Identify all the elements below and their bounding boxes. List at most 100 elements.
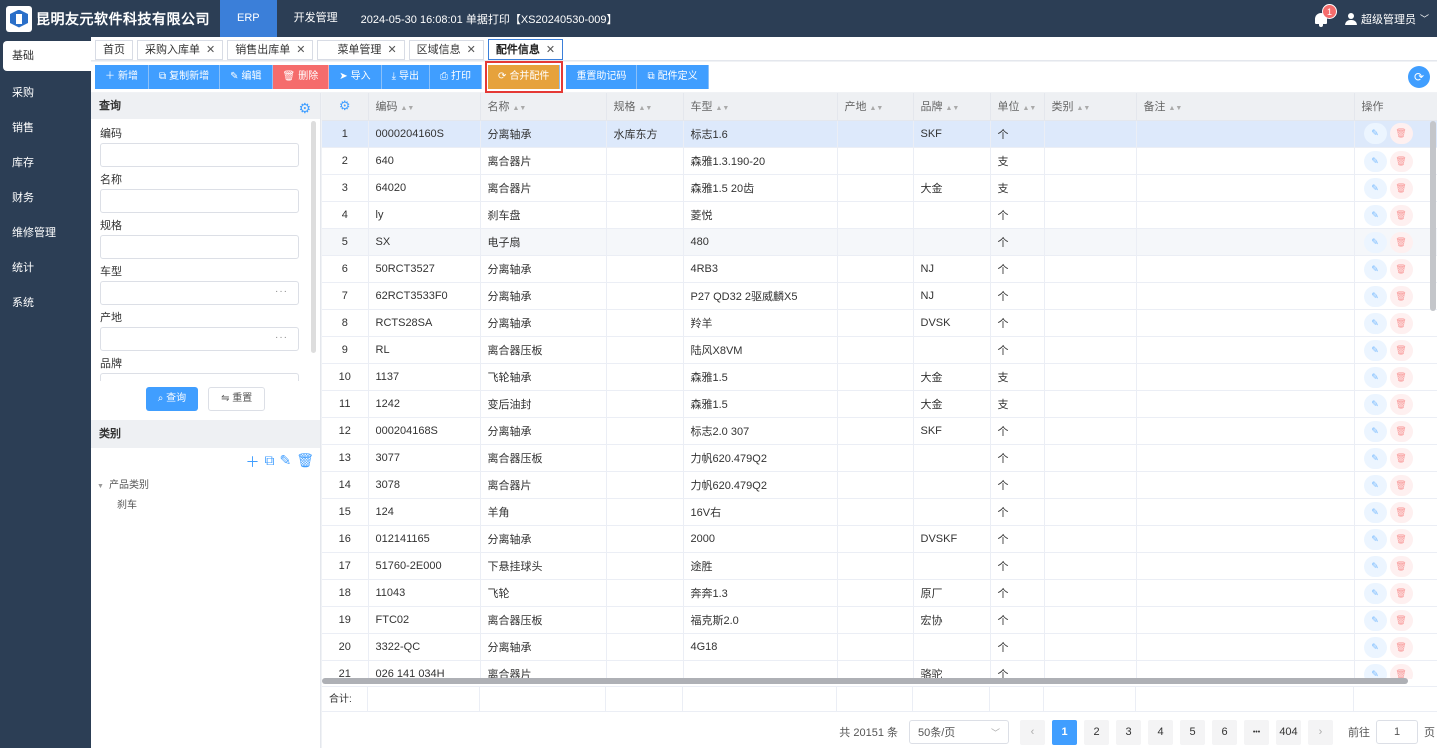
- edit-icon[interactable]: ✎: [1363, 177, 1387, 199]
- table-row[interactable]: 3 64020 离合器片 森雅1.5 20齿 大金支 ✎ 🗑: [322, 174, 1437, 202]
- table-row[interactable]: 9 RL 离合器压板 陆风X8VM 个 ✎ 🗑: [322, 336, 1437, 364]
- user-menu[interactable]: 超级管理员 ﹀: [1344, 11, 1429, 27]
- trash-icon[interactable]: 🗑: [1389, 447, 1413, 469]
- page-2[interactable]: 2: [1084, 719, 1109, 745]
- export-button[interactable]: ⤓ 导出: [381, 65, 431, 89]
- edit-icon[interactable]: ✎: [1363, 501, 1387, 523]
- edit-icon[interactable]: ✎: [1363, 231, 1387, 253]
- goto-page-input[interactable]: 1: [1376, 720, 1418, 744]
- table-row[interactable]: 5 SX 电子扇 480 个 ✎ 🗑: [322, 228, 1437, 256]
- sort-icon[interactable]: ▲▼: [513, 105, 527, 112]
- edit-icon[interactable]: ✎: [1363, 123, 1387, 145]
- sidebar-item-repair[interactable]: 维修管理: [0, 216, 91, 251]
- model-input[interactable]: ···: [100, 281, 299, 305]
- trash-icon[interactable]: 🗑: [1389, 420, 1413, 442]
- prev-page-button[interactable]: ‹: [1020, 719, 1045, 745]
- column-header-spec[interactable]: 规格 ▲▼: [606, 93, 684, 121]
- edit-icon[interactable]: ✎: [1363, 150, 1387, 172]
- edit-button[interactable]: ✎ 编辑: [220, 65, 273, 89]
- sidebar-item-basic[interactable]: 基础: [3, 41, 91, 71]
- tab-home[interactable]: 首页: [95, 40, 133, 60]
- column-header-category[interactable]: 类别 ▲▼: [1044, 93, 1137, 121]
- page-size-select[interactable]: 50条/页 ﹀: [909, 720, 1009, 744]
- gear-icon[interactable]: ⚙: [339, 98, 351, 113]
- code-input[interactable]: [100, 143, 299, 167]
- page-1[interactable]: 1: [1052, 719, 1077, 745]
- top-nav-erp[interactable]: ERP: [220, 0, 277, 37]
- table-body-scroll[interactable]: 1 0000204160S 分离轴承 水库东方 标志1.6 SKF 个 ✎ 🗑 2 640 离合器片森…: [322, 120, 1437, 679]
- search-button[interactable]: ⌕ 查询: [145, 387, 199, 411]
- sort-icon[interactable]: ▲▼: [639, 105, 653, 112]
- sort-icon[interactable]: ▲▼: [870, 105, 884, 112]
- table-row[interactable]: 18 11043 飞轮 奔奔1.3 原厂个 ✎ 🗑: [322, 579, 1437, 607]
- edit-icon[interactable]: ✎: [1363, 204, 1387, 226]
- more-icon[interactable]: ···: [275, 332, 288, 343]
- sidebar-item-finance[interactable]: 财务: [0, 181, 91, 216]
- trash-icon[interactable]: 🗑: [1389, 474, 1413, 496]
- refresh-button[interactable]: ⟳: [1408, 66, 1430, 88]
- define-parts-button[interactable]: ⧉ 配件定义: [637, 65, 709, 89]
- notification-bell-icon[interactable]: 1: [1313, 3, 1337, 27]
- copy-icon[interactable]: ⧉: [264, 452, 274, 470]
- sort-icon[interactable]: ▲▼: [1023, 105, 1037, 112]
- trash-icon[interactable]: 🗑: [1389, 501, 1413, 523]
- table-row[interactable]: 8 RCTS28SA 分离轴承 羚羊 DVSK 个 ✎ 🗑: [322, 309, 1437, 337]
- next-page-button[interactable]: ›: [1308, 719, 1333, 745]
- trash-icon[interactable]: 🗑: [1389, 528, 1413, 550]
- print-info[interactable]: 2024-05-30 16:08:01 单据打印【XS20240530-009】: [361, 11, 618, 27]
- sidebar-item-system[interactable]: 系统: [0, 286, 91, 321]
- close-icon[interactable]: ✕: [296, 41, 305, 59]
- trash-icon[interactable]: 🗑: [1389, 582, 1413, 604]
- sidebar-item-inventory[interactable]: 库存: [0, 146, 91, 181]
- copy-add-button[interactable]: ⧉ 复制新增: [149, 65, 221, 89]
- edit-icon[interactable]: ✎: [1363, 555, 1387, 577]
- trash-icon[interactable]: 🗑: [1389, 393, 1413, 415]
- table-row[interactable]: 7 62RCT3533F0 分离轴承 P27 QD32 2驱威麟X5 NJ 个 ✎ 🗑: [322, 282, 1437, 310]
- edit-icon[interactable]: ✎: [1363, 609, 1387, 631]
- close-icon[interactable]: ✕: [467, 41, 476, 59]
- tree-node-root[interactable]: ▼ 产品类别: [97, 476, 320, 496]
- page-ellipsis[interactable]: •••: [1244, 719, 1269, 745]
- tab-region-info[interactable]: 区域信息 ✕: [408, 40, 484, 60]
- column-settings[interactable]: ⚙: [322, 93, 369, 121]
- table-row[interactable]: 13 3077 离合器压板 力帆620.479Q2 个 ✎ 🗑: [322, 444, 1437, 472]
- column-header-model[interactable]: 车型 ▲▼: [683, 93, 838, 121]
- edit-icon[interactable]: ✎: [1363, 339, 1387, 361]
- close-icon[interactable]: ✕: [387, 41, 396, 59]
- table-row[interactable]: 2 640 离合器片 森雅1.3.190-20 支 ✎ 🗑: [322, 147, 1437, 175]
- plus-icon[interactable]: ＋: [245, 452, 259, 470]
- page-4[interactable]: 4: [1148, 719, 1173, 745]
- trash-icon[interactable]: 🗑: [1389, 231, 1413, 253]
- sidebar-item-purchase[interactable]: 采购: [0, 76, 91, 111]
- trash-icon[interactable]: 🗑: [1389, 312, 1413, 334]
- spec-input[interactable]: [100, 235, 299, 259]
- caret-down-icon[interactable]: ▼: [97, 477, 109, 497]
- trash-icon[interactable]: 🗑: [1389, 285, 1413, 307]
- trash-icon[interactable]: 🗑: [1389, 258, 1413, 280]
- edit-icon[interactable]: ✎: [1363, 312, 1387, 334]
- trash-icon[interactable]: 🗑: [1389, 636, 1413, 658]
- origin-input[interactable]: ···: [100, 327, 299, 351]
- table-row[interactable]: 21 026 141 034H 离合器片 骆驼个 ✎ 🗑: [322, 660, 1437, 679]
- tab-menu-manage[interactable]: 菜单管理 ✕: [317, 40, 405, 60]
- trash-icon[interactable]: 🗑: [1389, 609, 1413, 631]
- column-header-remark[interactable]: 备注 ▲▼: [1136, 93, 1355, 121]
- page-5[interactable]: 5: [1180, 719, 1205, 745]
- trash-icon[interactable]: 🗑: [1389, 150, 1413, 172]
- table-row[interactable]: 15 124 羊角 16V右 个 ✎ 🗑: [322, 498, 1437, 526]
- delete-button[interactable]: 🗑 删除: [272, 65, 330, 89]
- edit-icon[interactable]: ✎: [1363, 474, 1387, 496]
- merge-parts-button[interactable]: ⟳ 合并配件: [488, 65, 561, 89]
- reset-code-button[interactable]: 重置助记码: [566, 65, 638, 89]
- brand-input[interactable]: [100, 373, 299, 381]
- table-row[interactable]: 19 FTC02 离合器压板 福克斯2.0 宏协个 ✎ 🗑: [322, 606, 1437, 634]
- close-icon[interactable]: ✕: [206, 41, 215, 59]
- name-input[interactable]: [100, 189, 299, 213]
- sort-icon[interactable]: ▲▼: [946, 105, 960, 112]
- table-row[interactable]: 10 1137 飞轮轴承 森雅1.5 大金支 ✎ 🗑: [322, 363, 1437, 391]
- tab-purchase-in[interactable]: 采购入库单 ✕: [137, 40, 224, 60]
- edit-icon[interactable]: ✎: [1363, 258, 1387, 280]
- column-header-name[interactable]: 名称 ▲▼: [480, 93, 607, 121]
- sidebar-item-stats[interactable]: 统计: [0, 251, 91, 286]
- table-row[interactable]: 14 3078 离合器片 力帆620.479Q2 个 ✎ 🗑: [322, 471, 1437, 499]
